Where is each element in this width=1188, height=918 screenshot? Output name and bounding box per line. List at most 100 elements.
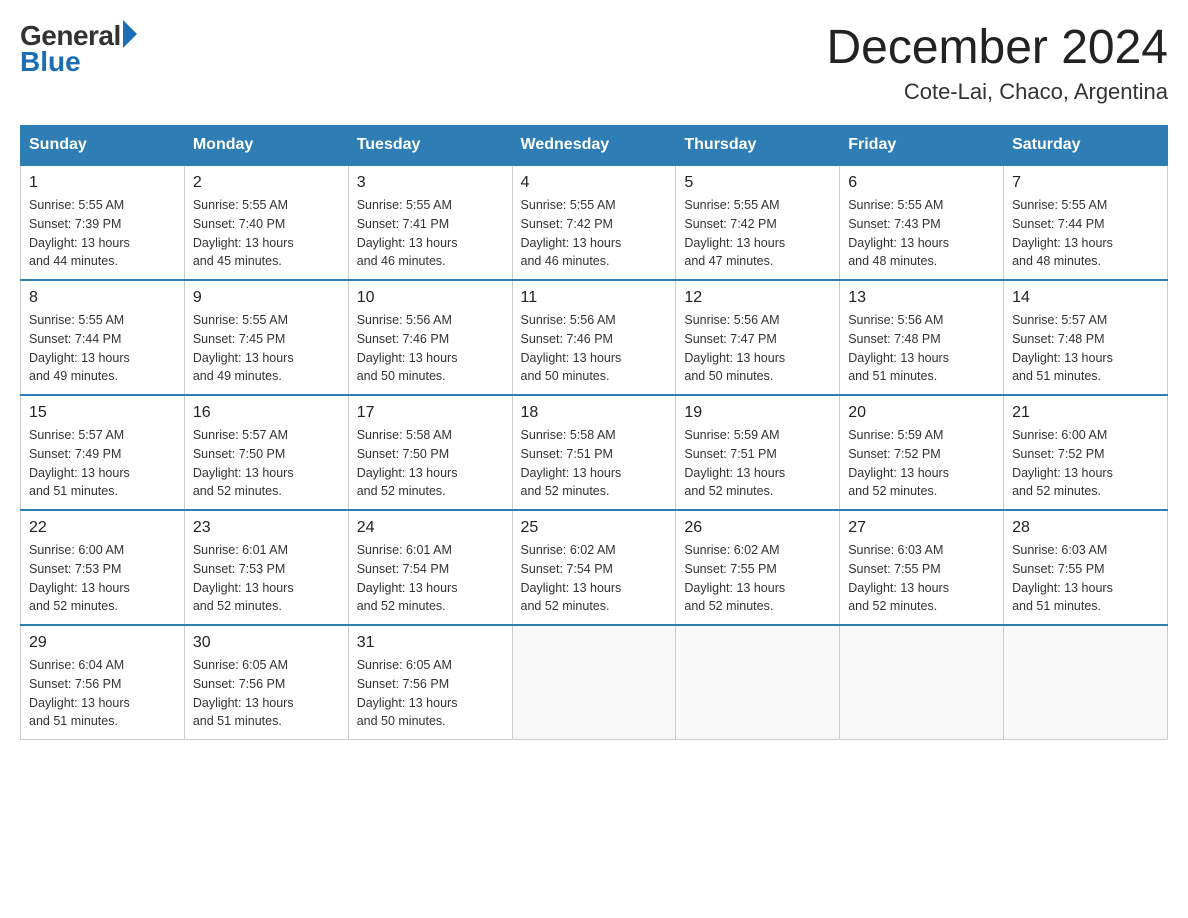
day-info: Sunrise: 5:55 AM Sunset: 7:43 PM Dayligh… [848,196,995,271]
day-number: 20 [848,404,995,422]
calendar-cell: 24 Sunrise: 6:01 AM Sunset: 7:54 PM Dayl… [348,510,512,625]
day-number: 22 [29,519,176,537]
day-number: 1 [29,174,176,192]
calendar-cell: 23 Sunrise: 6:01 AM Sunset: 7:53 PM Dayl… [184,510,348,625]
day-info: Sunrise: 5:55 AM Sunset: 7:42 PM Dayligh… [684,196,831,271]
day-info: Sunrise: 6:00 AM Sunset: 7:53 PM Dayligh… [29,541,176,616]
calendar-cell: 29 Sunrise: 6:04 AM Sunset: 7:56 PM Dayl… [21,625,185,740]
day-number: 6 [848,174,995,192]
calendar-cell: 7 Sunrise: 5:55 AM Sunset: 7:44 PM Dayli… [1004,165,1168,280]
logo: General Blue [20,20,137,78]
day-info: Sunrise: 5:57 AM Sunset: 7:48 PM Dayligh… [1012,311,1159,386]
header-thursday: Thursday [676,126,840,166]
logo-triangle-icon [123,20,137,48]
calendar-cell: 26 Sunrise: 6:02 AM Sunset: 7:55 PM Dayl… [676,510,840,625]
day-number: 18 [521,404,668,422]
header-saturday: Saturday [1004,126,1168,166]
day-number: 27 [848,519,995,537]
day-info: Sunrise: 5:56 AM Sunset: 7:48 PM Dayligh… [848,311,995,386]
day-info: Sunrise: 5:56 AM Sunset: 7:47 PM Dayligh… [684,311,831,386]
title-area: December 2024 Cote-Lai, Chaco, Argentina [826,20,1168,105]
day-number: 19 [684,404,831,422]
day-number: 2 [193,174,340,192]
calendar-cell [840,625,1004,740]
day-info: Sunrise: 5:57 AM Sunset: 7:50 PM Dayligh… [193,426,340,501]
day-info: Sunrise: 5:58 AM Sunset: 7:51 PM Dayligh… [521,426,668,501]
day-info: Sunrise: 6:02 AM Sunset: 7:54 PM Dayligh… [521,541,668,616]
day-number: 12 [684,289,831,307]
day-number: 24 [357,519,504,537]
day-info: Sunrise: 5:56 AM Sunset: 7:46 PM Dayligh… [521,311,668,386]
day-info: Sunrise: 5:55 AM Sunset: 7:40 PM Dayligh… [193,196,340,271]
day-number: 9 [193,289,340,307]
day-info: Sunrise: 6:00 AM Sunset: 7:52 PM Dayligh… [1012,426,1159,501]
day-number: 23 [193,519,340,537]
day-number: 4 [521,174,668,192]
day-info: Sunrise: 5:55 AM Sunset: 7:45 PM Dayligh… [193,311,340,386]
calendar-cell: 15 Sunrise: 5:57 AM Sunset: 7:49 PM Dayl… [21,395,185,510]
day-number: 29 [29,634,176,652]
day-info: Sunrise: 6:01 AM Sunset: 7:54 PM Dayligh… [357,541,504,616]
calendar-cell: 10 Sunrise: 5:56 AM Sunset: 7:46 PM Dayl… [348,280,512,395]
calendar-cell: 20 Sunrise: 5:59 AM Sunset: 7:52 PM Dayl… [840,395,1004,510]
day-number: 3 [357,174,504,192]
week-row-2: 8 Sunrise: 5:55 AM Sunset: 7:44 PM Dayli… [21,280,1168,395]
day-number: 13 [848,289,995,307]
calendar-cell: 27 Sunrise: 6:03 AM Sunset: 7:55 PM Dayl… [840,510,1004,625]
day-info: Sunrise: 6:02 AM Sunset: 7:55 PM Dayligh… [684,541,831,616]
header-tuesday: Tuesday [348,126,512,166]
day-info: Sunrise: 5:58 AM Sunset: 7:50 PM Dayligh… [357,426,504,501]
calendar-cell [1004,625,1168,740]
day-info: Sunrise: 5:57 AM Sunset: 7:49 PM Dayligh… [29,426,176,501]
calendar-table: Sunday Monday Tuesday Wednesday Thursday… [20,125,1168,740]
calendar-cell: 2 Sunrise: 5:55 AM Sunset: 7:40 PM Dayli… [184,165,348,280]
week-row-3: 15 Sunrise: 5:57 AM Sunset: 7:49 PM Dayl… [21,395,1168,510]
calendar-cell: 14 Sunrise: 5:57 AM Sunset: 7:48 PM Dayl… [1004,280,1168,395]
calendar-cell: 8 Sunrise: 5:55 AM Sunset: 7:44 PM Dayli… [21,280,185,395]
day-info: Sunrise: 6:05 AM Sunset: 7:56 PM Dayligh… [193,656,340,731]
day-number: 25 [521,519,668,537]
day-number: 11 [521,289,668,307]
calendar-cell: 19 Sunrise: 5:59 AM Sunset: 7:51 PM Dayl… [676,395,840,510]
header-wednesday: Wednesday [512,126,676,166]
day-number: 21 [1012,404,1159,422]
month-year-title: December 2024 [826,20,1168,75]
day-number: 5 [684,174,831,192]
calendar-cell: 12 Sunrise: 5:56 AM Sunset: 7:47 PM Dayl… [676,280,840,395]
calendar-cell [512,625,676,740]
day-number: 28 [1012,519,1159,537]
calendar-cell: 22 Sunrise: 6:00 AM Sunset: 7:53 PM Dayl… [21,510,185,625]
calendar-cell: 13 Sunrise: 5:56 AM Sunset: 7:48 PM Dayl… [840,280,1004,395]
week-row-1: 1 Sunrise: 5:55 AM Sunset: 7:39 PM Dayli… [21,165,1168,280]
calendar-cell: 5 Sunrise: 5:55 AM Sunset: 7:42 PM Dayli… [676,165,840,280]
calendar-cell: 31 Sunrise: 6:05 AM Sunset: 7:56 PM Dayl… [348,625,512,740]
day-info: Sunrise: 5:55 AM Sunset: 7:42 PM Dayligh… [521,196,668,271]
calendar-cell: 3 Sunrise: 5:55 AM Sunset: 7:41 PM Dayli… [348,165,512,280]
header-monday: Monday [184,126,348,166]
calendar-cell: 18 Sunrise: 5:58 AM Sunset: 7:51 PM Dayl… [512,395,676,510]
calendar-cell: 16 Sunrise: 5:57 AM Sunset: 7:50 PM Dayl… [184,395,348,510]
day-info: Sunrise: 6:05 AM Sunset: 7:56 PM Dayligh… [357,656,504,731]
page-header: General Blue December 2024 Cote-Lai, Cha… [20,20,1168,105]
day-number: 10 [357,289,504,307]
day-number: 14 [1012,289,1159,307]
day-number: 15 [29,404,176,422]
day-number: 8 [29,289,176,307]
day-number: 17 [357,404,504,422]
header-sunday: Sunday [21,126,185,166]
calendar-cell: 4 Sunrise: 5:55 AM Sunset: 7:42 PM Dayli… [512,165,676,280]
day-info: Sunrise: 5:55 AM Sunset: 7:44 PM Dayligh… [1012,196,1159,271]
day-info: Sunrise: 6:03 AM Sunset: 7:55 PM Dayligh… [848,541,995,616]
day-number: 7 [1012,174,1159,192]
calendar-cell: 1 Sunrise: 5:55 AM Sunset: 7:39 PM Dayli… [21,165,185,280]
day-info: Sunrise: 5:55 AM Sunset: 7:39 PM Dayligh… [29,196,176,271]
calendar-cell: 9 Sunrise: 5:55 AM Sunset: 7:45 PM Dayli… [184,280,348,395]
calendar-cell: 25 Sunrise: 6:02 AM Sunset: 7:54 PM Dayl… [512,510,676,625]
weekday-header-row: Sunday Monday Tuesday Wednesday Thursday… [21,126,1168,166]
day-info: Sunrise: 5:59 AM Sunset: 7:52 PM Dayligh… [848,426,995,501]
calendar-cell: 28 Sunrise: 6:03 AM Sunset: 7:55 PM Dayl… [1004,510,1168,625]
day-number: 16 [193,404,340,422]
day-info: Sunrise: 5:56 AM Sunset: 7:46 PM Dayligh… [357,311,504,386]
day-info: Sunrise: 6:01 AM Sunset: 7:53 PM Dayligh… [193,541,340,616]
location-subtitle: Cote-Lai, Chaco, Argentina [826,79,1168,105]
